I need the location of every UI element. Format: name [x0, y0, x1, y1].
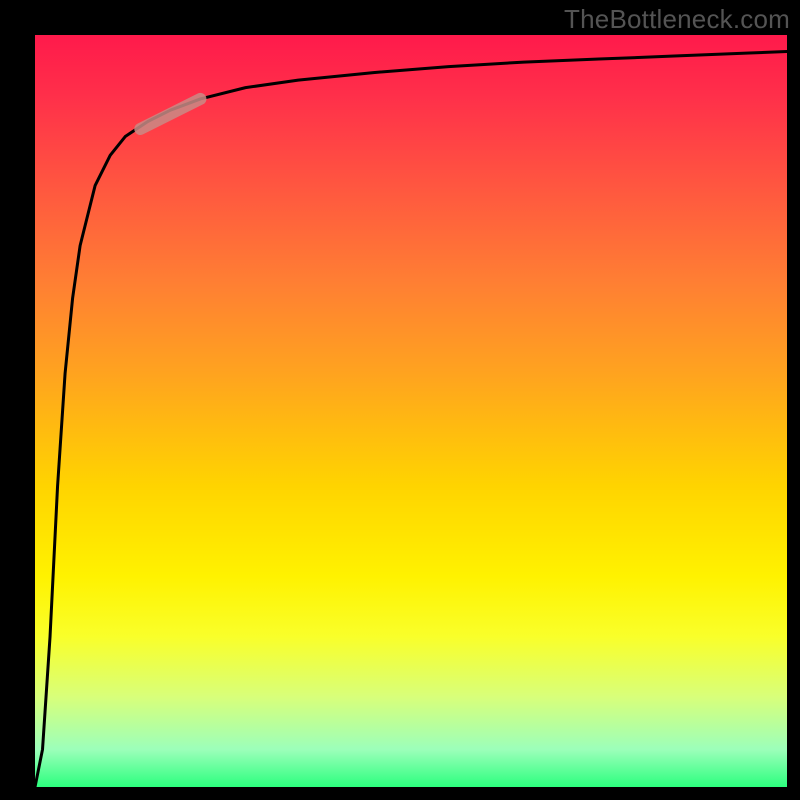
- chart-frame: TheBottleneck.com: [0, 0, 800, 800]
- bottleneck-curve: [35, 52, 787, 787]
- y-axis: [32, 35, 35, 790]
- chart-svg: [35, 35, 787, 787]
- marker-pill: [140, 99, 200, 129]
- x-axis: [35, 787, 787, 790]
- plot-area: [35, 35, 787, 787]
- watermark-text: TheBottleneck.com: [564, 4, 790, 35]
- curve-layer: [35, 52, 787, 787]
